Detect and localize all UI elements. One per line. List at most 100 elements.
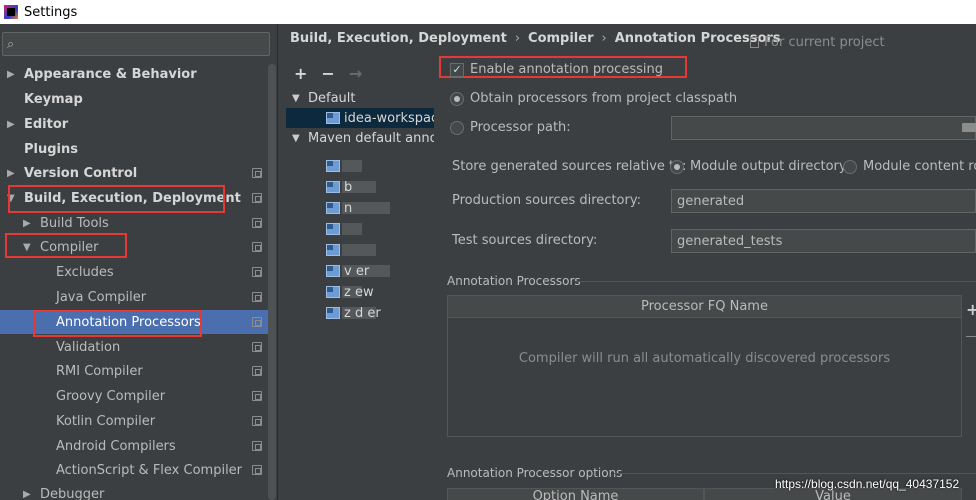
chevron-down-icon[interactable]: ▼ bbox=[292, 133, 300, 144]
sidebar-item-editor[interactable]: ▶ Editor bbox=[0, 112, 268, 136]
profile-default-module[interactable]: idea-workspace bbox=[286, 108, 434, 128]
breadcrumb-item-build[interactable]: Build, Execution, Deployment bbox=[290, 31, 507, 46]
sidebar-item-excludes[interactable]: Excludes bbox=[0, 260, 268, 284]
sidebar-item-rmi-compiler[interactable]: RMI Compiler bbox=[0, 359, 268, 383]
radio-unselected-icon[interactable] bbox=[843, 159, 857, 174]
project-settings-icon bbox=[252, 218, 262, 228]
sidebar-item-validation[interactable]: Validation bbox=[0, 335, 268, 359]
sidebar-item-annotation-processors[interactable]: Annotation Processors bbox=[0, 310, 268, 334]
module-content-radio[interactable]: Module content roo bbox=[843, 159, 976, 174]
maven-module-item[interactable]: b bbox=[286, 177, 434, 197]
profiles-panel: + − → ▼ Default idea-workspace ▼ Maven d… bbox=[286, 60, 434, 500]
maven-module-item[interactable]: z ew bbox=[286, 282, 434, 302]
sidebar-item-compiler[interactable]: ▼ Compiler bbox=[0, 235, 268, 259]
chevron-down-icon[interactable]: ▼ bbox=[292, 93, 300, 104]
sidebar-item-label: Annotation Processors bbox=[56, 314, 201, 330]
move-profile-button[interactable]: → bbox=[349, 64, 362, 83]
maven-module-item[interactable]: n bbox=[286, 198, 434, 218]
module-label: z d er bbox=[344, 305, 381, 321]
chevron-right-icon[interactable]: ▶ bbox=[7, 69, 15, 80]
sidebar-item-label: Validation bbox=[56, 339, 121, 355]
processor-path-label: Processor path: bbox=[470, 120, 571, 135]
sidebar-item-debugger[interactable]: ▶ Debugger bbox=[0, 482, 268, 500]
scope-hint: For current project bbox=[750, 35, 885, 50]
radio-selected-icon[interactable] bbox=[450, 91, 464, 106]
sidebar-item-java-compiler[interactable]: Java Compiler bbox=[0, 285, 268, 309]
remove-processor-button[interactable] bbox=[966, 336, 976, 337]
section-divider bbox=[576, 281, 976, 282]
sidebar-item-label: Build, Execution, Deployment bbox=[24, 190, 241, 206]
maven-module-item[interactable] bbox=[286, 219, 434, 239]
project-settings-icon bbox=[252, 292, 262, 302]
production-sources-label: Production sources directory: bbox=[452, 193, 641, 208]
module-output-radio[interactable]: Module output directory bbox=[670, 159, 847, 174]
sidebar-item-keymap[interactable]: Keymap bbox=[0, 87, 268, 111]
maven-module-item[interactable] bbox=[286, 240, 434, 260]
sidebar-item-label: Editor bbox=[24, 116, 69, 132]
maven-module-item[interactable]: v er bbox=[286, 261, 434, 281]
sidebar-item-kotlin-compiler[interactable]: Kotlin Compiler bbox=[0, 409, 268, 433]
chevron-right-icon[interactable]: ▶ bbox=[23, 218, 31, 229]
module-icon bbox=[326, 307, 340, 319]
sidebar-item-label: Compiler bbox=[40, 239, 99, 255]
enable-annotation-processing-checkbox[interactable]: ✓ Enable annotation processing bbox=[450, 62, 663, 77]
sidebar-item-groovy-compiler[interactable]: Groovy Compiler bbox=[0, 384, 268, 408]
module-label: idea-workspace bbox=[344, 110, 434, 126]
processors-table[interactable]: Processor FQ Name Compiler will run all … bbox=[447, 295, 962, 437]
redacted-module-name bbox=[342, 160, 362, 172]
test-sources-input[interactable]: generated_tests bbox=[671, 229, 976, 253]
sidebar-item-label: Version Control bbox=[24, 165, 138, 181]
sidebar-item-appearance-behavior[interactable]: ▶ Appearance & Behavior bbox=[0, 62, 268, 86]
chevron-down-icon[interactable]: ▼ bbox=[23, 242, 31, 253]
sidebar-item-build-execution-deployment[interactable]: ▼ Build, Execution, Deployment bbox=[0, 186, 268, 210]
sidebar-item-label: Java Compiler bbox=[56, 289, 147, 305]
sidebar-scrollbar[interactable] bbox=[268, 64, 276, 500]
sidebar-item-android-compilers[interactable]: Android Compilers bbox=[0, 434, 268, 458]
search-input[interactable]: ⌕ bbox=[2, 32, 270, 56]
sidebar-item-label: RMI Compiler bbox=[56, 363, 143, 379]
chevron-right-icon[interactable]: ▶ bbox=[7, 119, 15, 130]
profile-maven-label: Maven default annota bbox=[308, 130, 434, 146]
profile-maven[interactable]: ▼ Maven default annota bbox=[286, 128, 434, 148]
sidebar-item-build-tools[interactable]: ▶ Build Tools bbox=[0, 211, 268, 235]
scope-hint-text: For current project bbox=[764, 35, 885, 50]
sidebar-item-label: Debugger bbox=[40, 486, 105, 500]
redacted-module-name bbox=[342, 244, 376, 256]
app-logo-icon bbox=[4, 5, 18, 19]
processor-path-input[interactable] bbox=[671, 116, 976, 140]
module-icon bbox=[326, 202, 340, 214]
maven-module-item[interactable] bbox=[286, 156, 434, 176]
maven-module-item[interactable]: z d er bbox=[286, 303, 434, 323]
profile-default[interactable]: ▼ Default bbox=[286, 88, 434, 108]
sidebar-item-plugins[interactable]: Plugins bbox=[0, 137, 268, 161]
remove-profile-button[interactable]: − bbox=[321, 64, 334, 83]
checkbox-checked-icon[interactable]: ✓ bbox=[450, 62, 464, 77]
add-processor-button[interactable]: + bbox=[966, 300, 976, 319]
module-icon bbox=[326, 244, 340, 256]
breadcrumb-item-compiler[interactable]: Compiler bbox=[528, 31, 593, 46]
processors-table-header[interactable]: Processor FQ Name bbox=[448, 296, 961, 318]
chevron-down-icon[interactable]: ▼ bbox=[7, 193, 15, 204]
processor-options-section-title: Annotation Processor options bbox=[447, 466, 623, 480]
sidebar-item-label: Android Compilers bbox=[56, 438, 176, 454]
radio-unselected-icon[interactable] bbox=[450, 120, 464, 135]
module-content-label: Module content roo bbox=[863, 159, 976, 174]
chevron-right-icon[interactable]: ▶ bbox=[23, 489, 31, 500]
sidebar-item-version-control[interactable]: ▶ Version Control bbox=[0, 161, 268, 185]
breadcrumb: Build, Execution, Deployment › Compiler … bbox=[290, 31, 781, 46]
option-name-column-header[interactable]: Option Name bbox=[447, 488, 704, 500]
processor-path-radio[interactable]: Processor path: bbox=[450, 120, 571, 135]
radio-selected-icon[interactable] bbox=[670, 159, 684, 174]
module-label: v er bbox=[344, 263, 370, 279]
add-profile-button[interactable]: + bbox=[294, 64, 307, 83]
sidebar-item-actionscript-flex-compiler[interactable]: ActionScript & Flex Compiler bbox=[0, 458, 268, 482]
module-output-label: Module output directory bbox=[690, 159, 847, 174]
chevron-right-icon[interactable]: ▶ bbox=[7, 168, 15, 179]
classpath-radio[interactable]: Obtain processors from project classpath bbox=[450, 91, 737, 106]
project-settings-icon bbox=[252, 193, 262, 203]
production-sources-input[interactable]: generated bbox=[671, 189, 976, 213]
module-icon bbox=[326, 112, 340, 124]
title-bar: Settings bbox=[0, 0, 976, 24]
folder-icon[interactable] bbox=[962, 123, 976, 132]
classpath-radio-label: Obtain processors from project classpath bbox=[470, 91, 738, 106]
